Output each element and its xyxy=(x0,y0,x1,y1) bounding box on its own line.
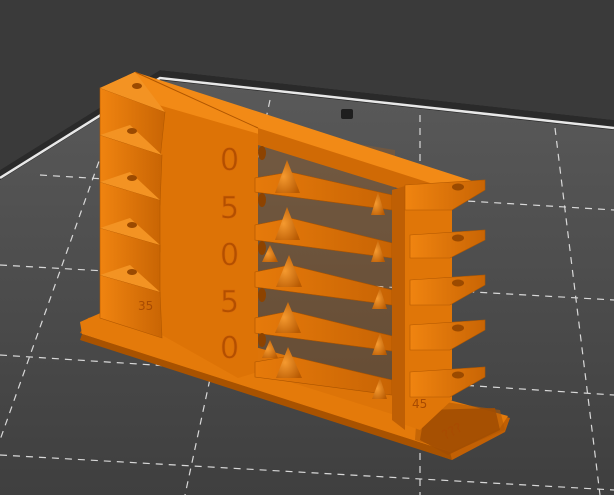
digit-1: 0 xyxy=(220,143,239,178)
digit-4: 5 xyxy=(220,285,239,320)
digit-3: 0 xyxy=(220,238,239,273)
bed-marker xyxy=(341,109,353,119)
left-fins xyxy=(99,72,166,339)
angle-label-left: 35 xyxy=(138,299,153,313)
digit-2: 5 xyxy=(220,191,239,226)
scene-canvas[interactable]: ??? 0 5 0 5 0 35 45 xyxy=(0,0,614,495)
digit-5: 0 xyxy=(220,331,239,366)
angle-label-right: 45 xyxy=(412,397,427,411)
3d-viewport[interactable]: ??? 0 5 0 5 0 35 45 xyxy=(0,0,614,495)
